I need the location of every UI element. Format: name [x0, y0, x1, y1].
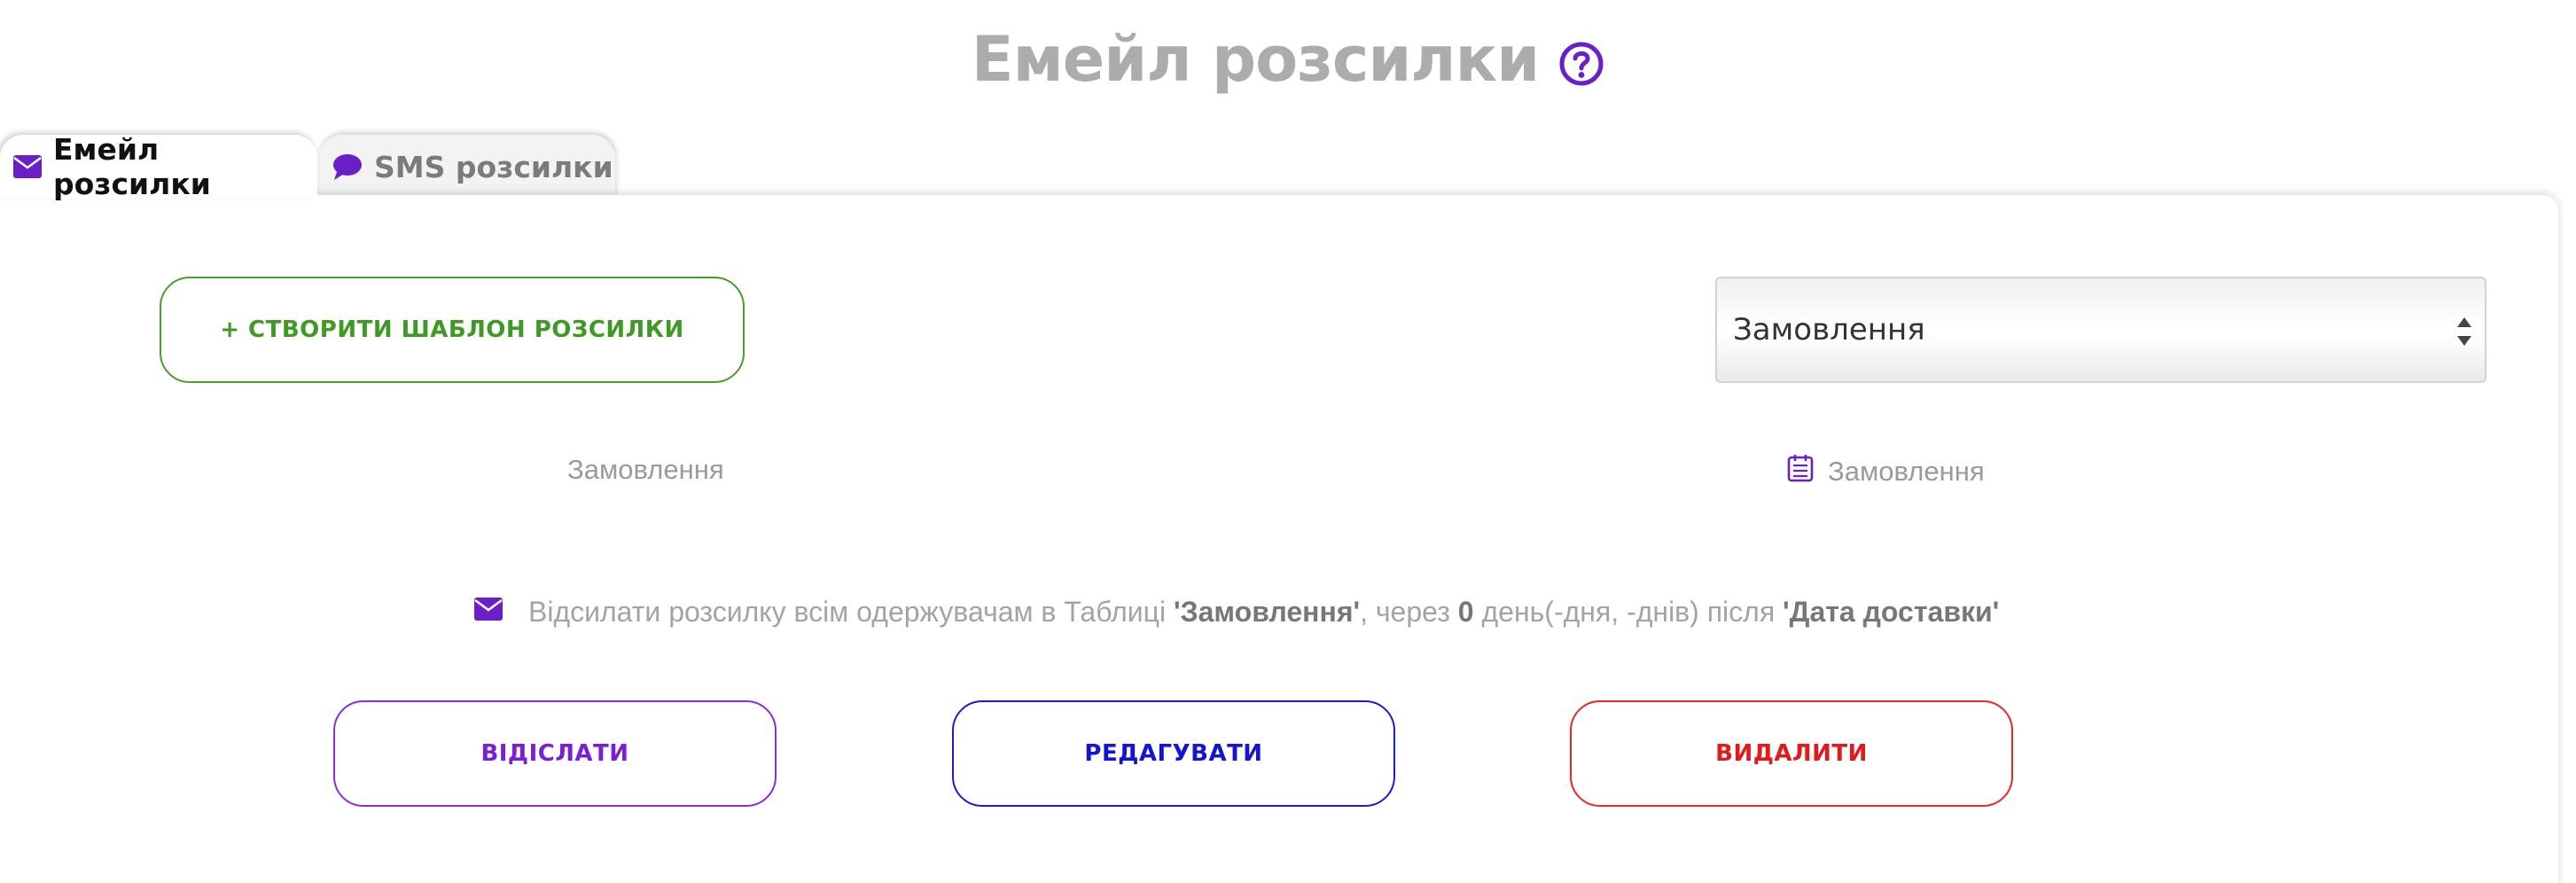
tab-sms-label: SMS розсилки — [374, 149, 613, 184]
delete-button[interactable]: ВИДАЛИТИ — [1570, 700, 2013, 807]
table-select[interactable]: Замовлення — [1715, 277, 2486, 383]
tab-email-label: Емейл розсилки — [53, 132, 211, 201]
create-template-button[interactable]: + СТВОРИТИ ШАБЛОН РОЗСИЛКИ — [160, 277, 745, 383]
template-name: Замовлення — [567, 454, 724, 485]
template-table: Замовлення — [1787, 454, 1985, 489]
edit-button[interactable]: РЕДАГУВАТИ — [952, 700, 1395, 807]
page: Емейл розсилки Емейл розсилки SMS розсил… — [0, 0, 2576, 883]
schedule-table-name: 'Замовлення' — [1173, 596, 1361, 628]
schedule-text: Відсилати розсилку всім одержувачам в Та… — [528, 596, 2000, 628]
schedule-days: 0 — [1457, 596, 1474, 628]
envelope-icon — [473, 596, 503, 629]
page-title: Емейл розсилки — [971, 23, 1540, 96]
envelope-icon — [12, 154, 43, 179]
tab-email-campaigns[interactable]: Емейл розсилки — [0, 132, 317, 201]
schedule-date-field: 'Дата доставки' — [1783, 596, 2000, 628]
table-select-value: Замовлення — [1733, 312, 1925, 348]
question-circle-icon[interactable] — [1558, 41, 1604, 87]
tab-sms-campaigns[interactable]: SMS розсилки — [319, 135, 615, 199]
table-icon — [1787, 454, 1814, 489]
template-table-label: Замовлення — [1828, 456, 1985, 487]
schedule-description: Відсилати розсилку всім одержувачам в Та… — [473, 596, 1999, 629]
comment-icon — [332, 152, 363, 181]
select-arrows-icon — [2456, 317, 2472, 346]
header: Емейл розсилки — [0, 11, 2576, 108]
send-button[interactable]: ВІДІСЛАТИ — [333, 700, 777, 807]
